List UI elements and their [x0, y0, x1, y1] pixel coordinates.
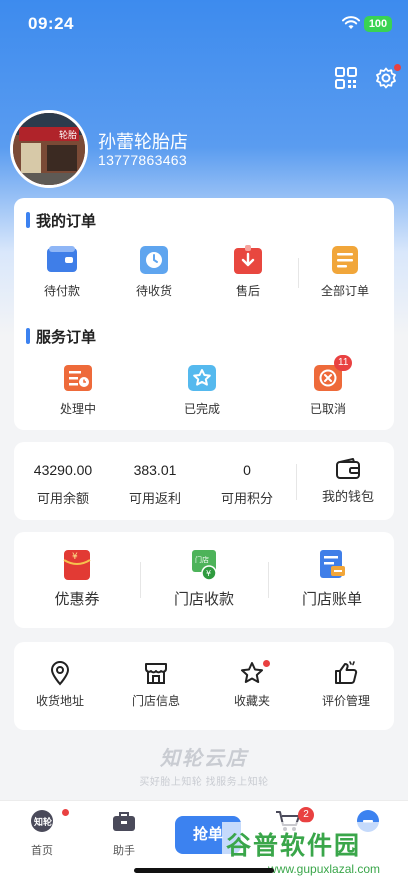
- svg-text:¥: ¥: [206, 569, 211, 578]
- bill-icon: [320, 550, 345, 578]
- shipping-address-button[interactable]: 收货地址: [28, 660, 92, 709]
- wallet-icon: [47, 246, 77, 272]
- service-completed[interactable]: 已完成: [172, 362, 232, 417]
- return-icon: [234, 245, 262, 274]
- shop-phone: 13777863463: [98, 152, 187, 168]
- divider: [268, 562, 269, 598]
- order-pending-payment[interactable]: 待付款: [32, 244, 92, 299]
- tools-card: 收货地址 门店信息 收藏夹 评价管理: [14, 642, 394, 730]
- clock-icon: [140, 246, 168, 274]
- status-time: 09:24: [28, 14, 74, 33]
- cart-count-badge: 2: [298, 807, 314, 823]
- favorites-button[interactable]: 收藏夹: [220, 660, 284, 709]
- shop-photo-icon: 轮胎: [13, 113, 85, 185]
- home-badge-dot: [62, 809, 69, 816]
- my-orders-title: 我的订单: [25, 210, 96, 231]
- divider: [140, 562, 141, 598]
- review-management-button[interactable]: 评价管理: [314, 660, 378, 709]
- header-actions: [0, 64, 408, 94]
- battery-indicator: 100: [364, 16, 392, 32]
- wifi-icon: [342, 16, 360, 29]
- orders-card: 我的订单 待付款 待收货 售后 全部订单 服务订单 处理中 已完成 已取消 11: [14, 198, 394, 430]
- home-indicator[interactable]: [134, 868, 274, 873]
- order-pending-receipt[interactable]: 待收货: [124, 244, 184, 299]
- tab-assistant[interactable]: 助手: [94, 809, 154, 858]
- tab-home[interactable]: 知轮 首页: [12, 809, 72, 858]
- list-icon: [332, 246, 358, 274]
- watermark-text: 谷普软件园: [226, 832, 362, 860]
- wallet-card: 43290.00 可用余额 383.01 可用返利 0 可用积分 我的钱包: [14, 442, 394, 520]
- cancelled-count-badge: 11: [334, 355, 353, 371]
- shop-name: 孙蕾轮胎店: [98, 132, 188, 152]
- star-icon: [241, 662, 263, 683]
- store-bill-button[interactable]: 门店账单: [294, 548, 370, 609]
- coupon-icon: ¥: [63, 550, 91, 580]
- divider: [298, 258, 299, 288]
- order-all[interactable]: 全部订单: [310, 244, 380, 299]
- brand-slogan: 买好胎上知轮 找服务上知轮: [139, 777, 269, 788]
- svg-text:知轮: 知轮: [33, 816, 52, 828]
- avatar[interactable]: 轮胎: [10, 110, 88, 188]
- coupon-button[interactable]: ¥ 优惠券: [42, 548, 112, 609]
- store-icon: [145, 663, 167, 684]
- store-payment-icon: 门店 ¥: [192, 550, 217, 581]
- finance-card: ¥ 优惠券 门店 ¥ 门店收款 门店账单: [14, 532, 394, 628]
- my-wallet-button[interactable]: 我的钱包: [312, 458, 384, 505]
- wallet-outline-icon: [336, 458, 360, 479]
- svg-text:轮胎: 轮胎: [59, 129, 77, 141]
- service-orders-title: 服务订单: [25, 326, 96, 347]
- location-icon: [50, 661, 70, 686]
- order-after-sale[interactable]: 售后: [218, 244, 278, 299]
- favorites-badge-dot: [263, 660, 270, 667]
- brand-logo: 知轮云店: [160, 748, 248, 770]
- divider: [296, 464, 297, 500]
- svg-text:¥: ¥: [72, 552, 78, 562]
- home-logo-icon: 知轮: [31, 810, 53, 832]
- status-bar: 09:24 100: [0, 0, 408, 46]
- service-cancelled[interactable]: 已取消: [298, 362, 358, 417]
- processing-icon: [64, 365, 92, 391]
- settings-badge-dot: [394, 64, 401, 71]
- brand-footer: 知轮云店 买好胎上知轮 找服务上知轮: [0, 742, 408, 788]
- qr-code-icon[interactable]: [334, 66, 358, 90]
- watermark-url: www.gupuxlazal.com: [268, 862, 381, 876]
- store-payment-button[interactable]: 门店 ¥ 门店收款: [166, 548, 242, 609]
- briefcase-icon: [113, 812, 135, 831]
- svg-text:门店: 门店: [195, 555, 209, 564]
- thumbs-up-icon: [335, 661, 358, 684]
- service-processing[interactable]: 处理中: [48, 362, 108, 417]
- star-done-icon: [188, 365, 216, 391]
- store-info-button[interactable]: 门店信息: [124, 660, 188, 709]
